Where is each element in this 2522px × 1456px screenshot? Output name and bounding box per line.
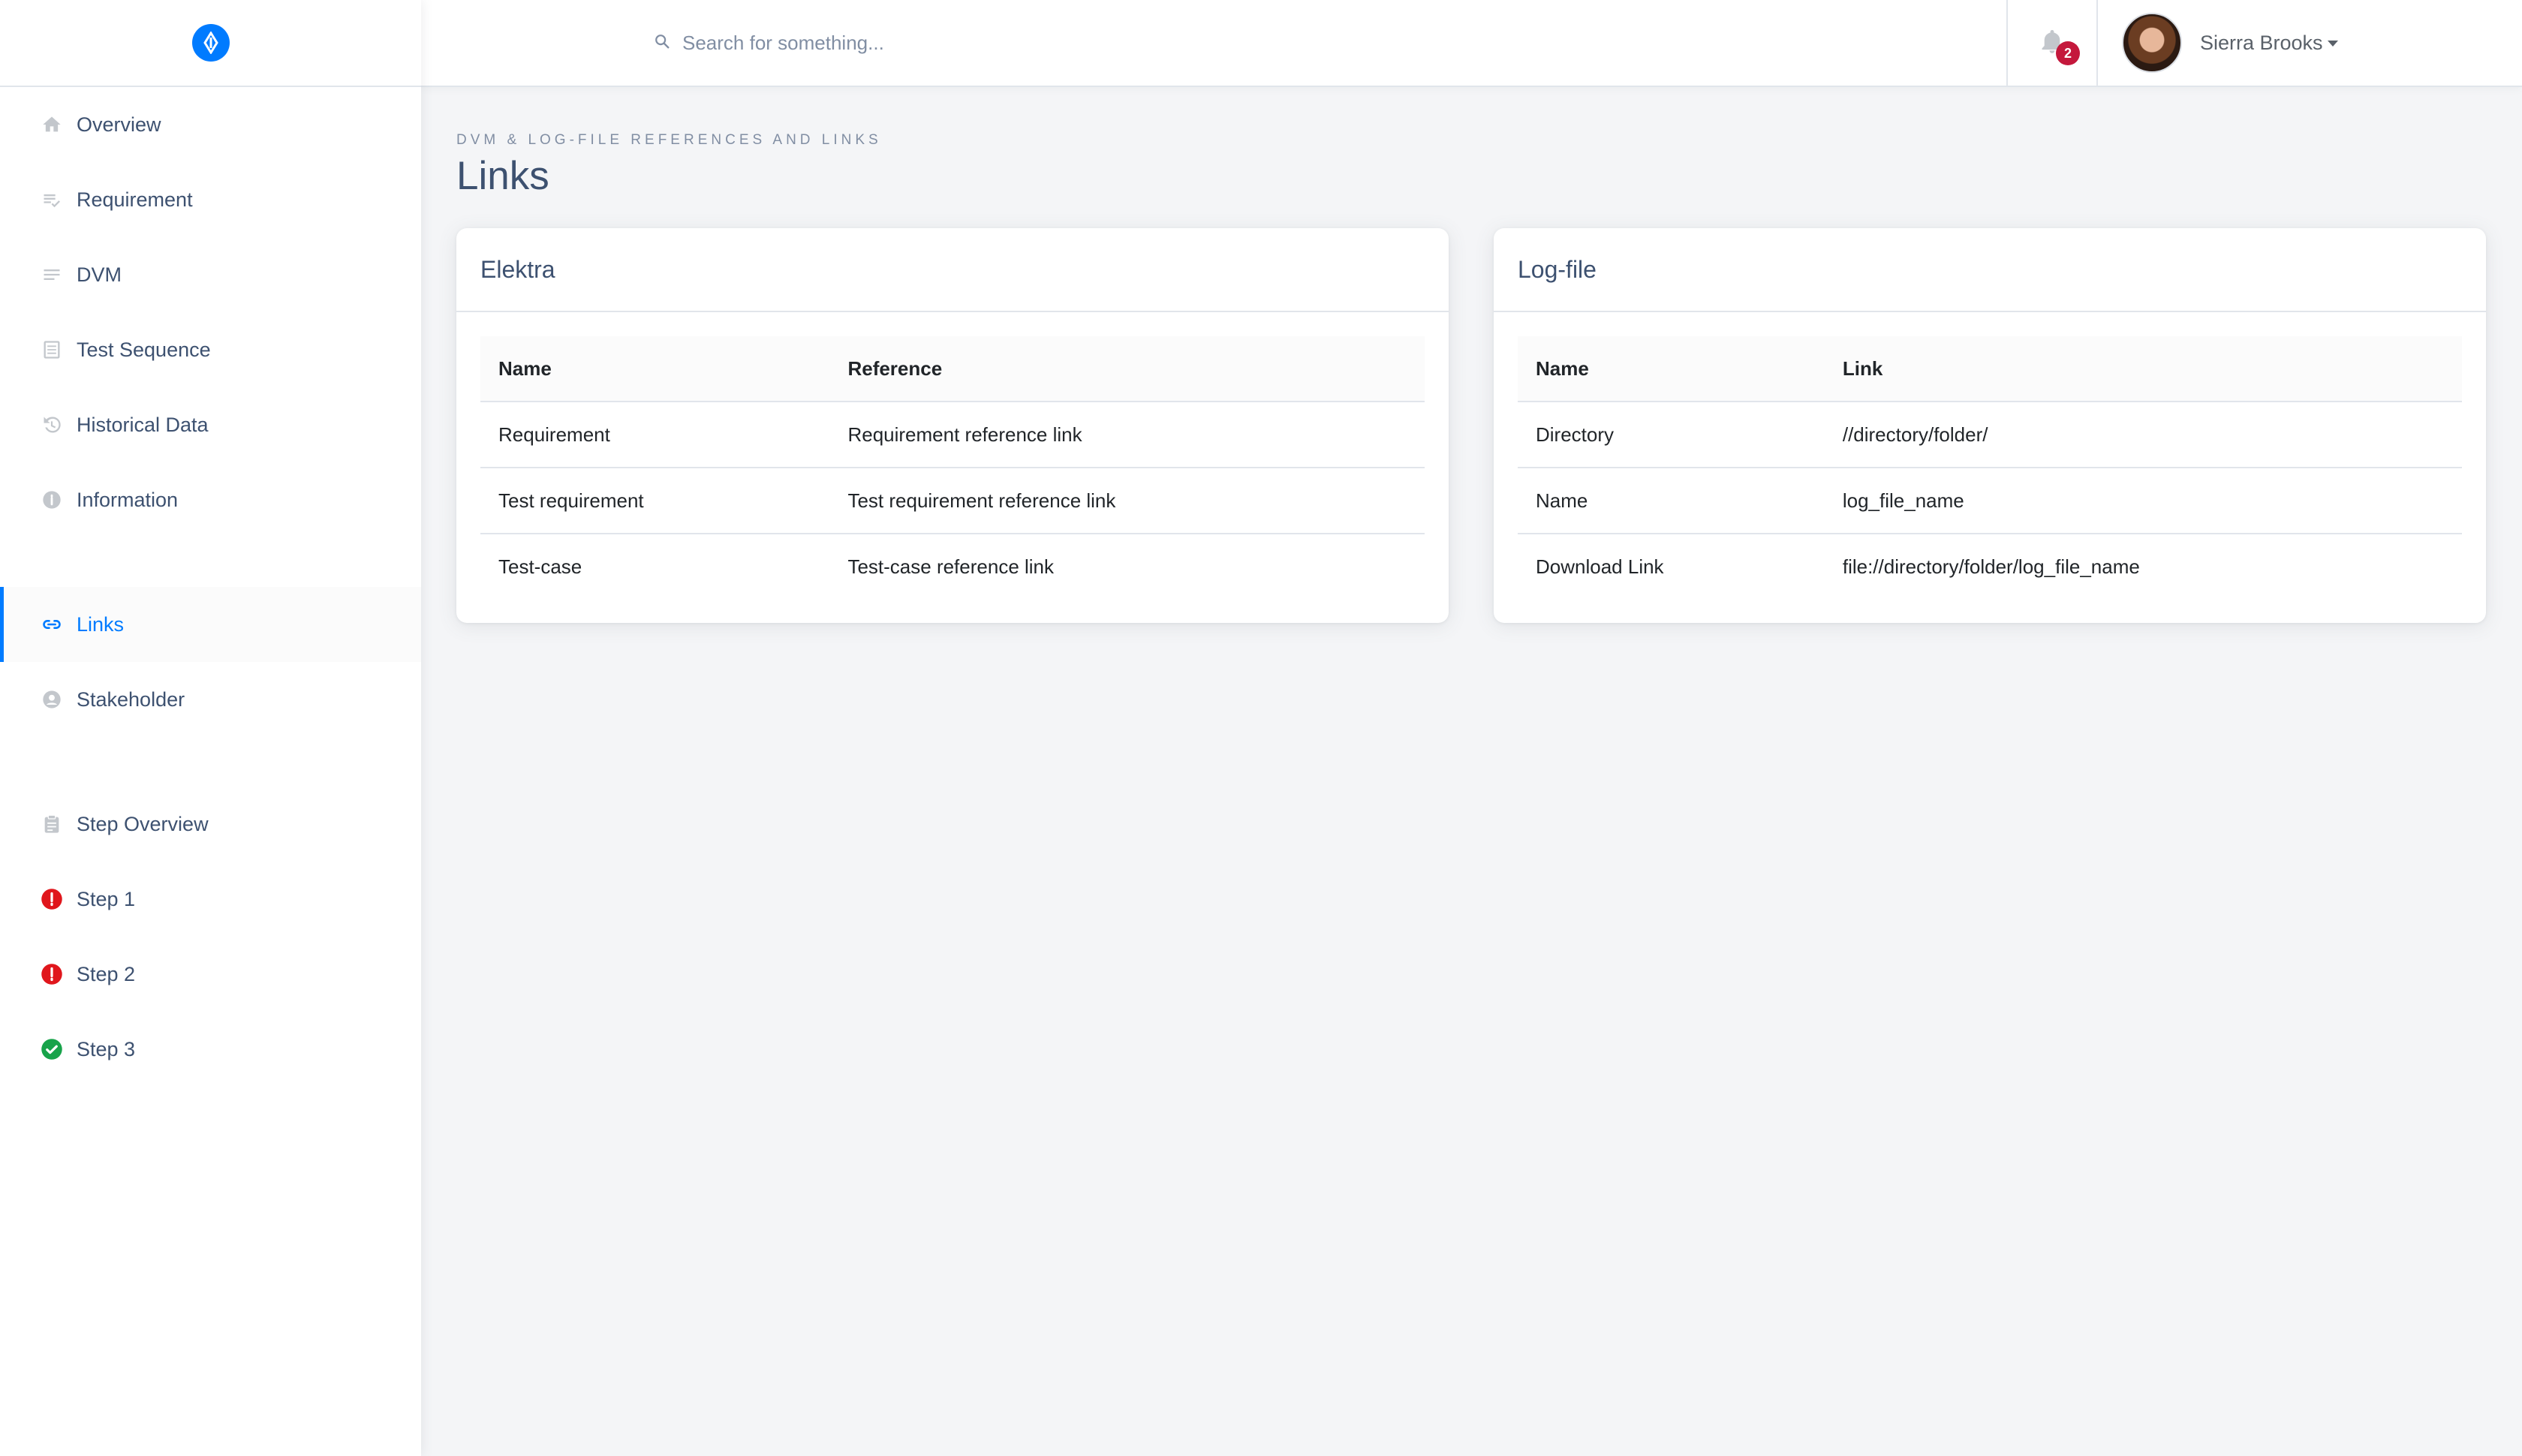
elektra-card: Elektra Name Reference Requirement Requi… — [456, 228, 1449, 623]
table-cell: Test requirement — [480, 468, 830, 534]
table-cell: Directory — [1518, 402, 1825, 468]
search-bar — [654, 31, 2006, 55]
error-icon — [39, 961, 65, 987]
notifications-button[interactable]: 2 — [2006, 0, 2098, 86]
user-name[interactable]: Sierra Brooks — [2200, 32, 2338, 55]
sidebar-item-stakeholder[interactable]: Stakeholder — [0, 662, 421, 737]
lines-icon — [39, 262, 65, 287]
history-icon — [39, 412, 65, 438]
nav-spacer — [0, 737, 421, 787]
sidebar-item-label: Step Overview — [77, 812, 209, 835]
sidebar-item-step-1[interactable]: Step 1 — [0, 862, 421, 937]
card-body: Name Reference Requirement Requirement r… — [456, 312, 1449, 624]
sidebar-item-historical-data[interactable]: Historical Data — [0, 387, 421, 462]
sidebar-item-label: Links — [77, 612, 125, 636]
sidebar-item-links[interactable]: Links — [0, 587, 421, 662]
user-name-label: Sierra Brooks — [2200, 31, 2323, 54]
page-title: Links — [456, 154, 549, 198]
top-navbar: 2 Sierra Brooks — [421, 0, 2522, 87]
column-header: Name — [480, 336, 830, 402]
list-box-icon — [39, 337, 65, 362]
sidebar-item-label: Information — [77, 488, 179, 511]
table-row: Directory //directory/folder/ — [1518, 402, 2462, 468]
sidebar: Overview Requirement DVM Test Sequence H… — [0, 0, 421, 1456]
link-icon — [39, 612, 65, 637]
log-file-table: Name Link Directory //directory/folder/ … — [1518, 336, 2462, 600]
caret-down-icon — [2327, 41, 2338, 47]
table-cell: Test-case — [498, 555, 582, 578]
table-row: Test requirement Test requirement refere… — [480, 468, 1425, 534]
card-title: Log-file — [1494, 228, 2486, 312]
sidebar-item-step-2[interactable]: Step 2 — [0, 937, 421, 1012]
table-cell: Test requirement reference link — [829, 468, 1425, 534]
sidebar-item-label: Requirement — [77, 188, 193, 211]
sidebar-item-label: Stakeholder — [77, 687, 185, 711]
table-cell: Download Link — [1536, 555, 1664, 578]
main-content: DVM & Log-File References and Links Link… — [421, 87, 2522, 1456]
brand-logo-icon[interactable] — [191, 24, 230, 62]
table-row: Test-case Test-case reference link — [480, 534, 1425, 600]
sidebar-item-label: DVM — [77, 263, 122, 286]
sidebar-nav: Overview Requirement DVM Test Sequence H… — [0, 87, 421, 1087]
table-row: Requirement Requirement reference link — [480, 402, 1425, 468]
check-circle-icon — [39, 1036, 65, 1062]
sidebar-item-test-sequence[interactable]: Test Sequence — [0, 312, 421, 387]
sidebar-item-overview[interactable]: Overview — [0, 87, 421, 162]
table-cell: Name — [1518, 468, 1825, 534]
home-icon — [39, 112, 65, 137]
sidebar-item-label: Step 3 — [77, 1037, 136, 1060]
sidebar-item-label: Overview — [77, 113, 161, 136]
error-icon — [39, 886, 65, 912]
nav-spacer — [0, 537, 421, 587]
elektra-table: Name Reference Requirement Requirement r… — [480, 336, 1425, 600]
table-cell: Test-case reference link — [847, 555, 1055, 578]
table-cell: //directory/folder/ — [1824, 402, 2462, 468]
card-title: Elektra — [456, 228, 1449, 312]
info-icon — [39, 487, 65, 513]
table-header-row: Name Reference — [480, 336, 1425, 402]
table-row: Name log_file_name — [1518, 468, 2462, 534]
table-header-row: Name Link — [1518, 336, 2462, 402]
user-menu[interactable]: Sierra Brooks — [2098, 0, 2522, 86]
table-cell: log_file_name — [1824, 468, 2462, 534]
table-cell: Requirement — [480, 402, 830, 468]
sidebar-item-label: Step 2 — [77, 962, 136, 985]
table-cell: Requirement reference link — [829, 402, 1425, 468]
column-header: Reference — [829, 336, 1425, 402]
sidebar-item-label: Step 1 — [77, 887, 136, 910]
sidebar-item-step-overview[interactable]: Step Overview — [0, 787, 421, 862]
notification-count-badge: 2 — [2056, 41, 2080, 65]
avatar[interactable] — [2122, 13, 2182, 73]
sidebar-item-label: Historical Data — [77, 413, 209, 436]
sidebar-item-information[interactable]: Information — [0, 462, 421, 537]
column-header: Link — [1824, 336, 2462, 402]
search-input[interactable] — [682, 31, 1358, 55]
log-file-card: Log-file Name Link Directory //directory… — [1494, 228, 2486, 623]
column-header: Name — [1518, 336, 1825, 402]
sidebar-item-dvm[interactable]: DVM — [0, 237, 421, 312]
table-row: Download Link file://directory/folder/lo… — [1518, 534, 2462, 600]
table-cell: file://directory/folder/log_file_name — [1842, 555, 2140, 578]
page-subtitle: DVM & Log-File References and Links — [456, 132, 882, 148]
card-body: Name Link Directory //directory/folder/ … — [1494, 312, 2486, 624]
sidebar-item-step-3[interactable]: Step 3 — [0, 1012, 421, 1087]
sidebar-item-requirement[interactable]: Requirement — [0, 162, 421, 237]
clipboard-icon — [39, 811, 65, 837]
person-icon — [39, 687, 65, 712]
sidebar-item-label: Test Sequence — [77, 338, 211, 361]
search-icon — [654, 32, 670, 55]
checklist-icon — [39, 187, 65, 212]
brand[interactable] — [0, 0, 421, 87]
